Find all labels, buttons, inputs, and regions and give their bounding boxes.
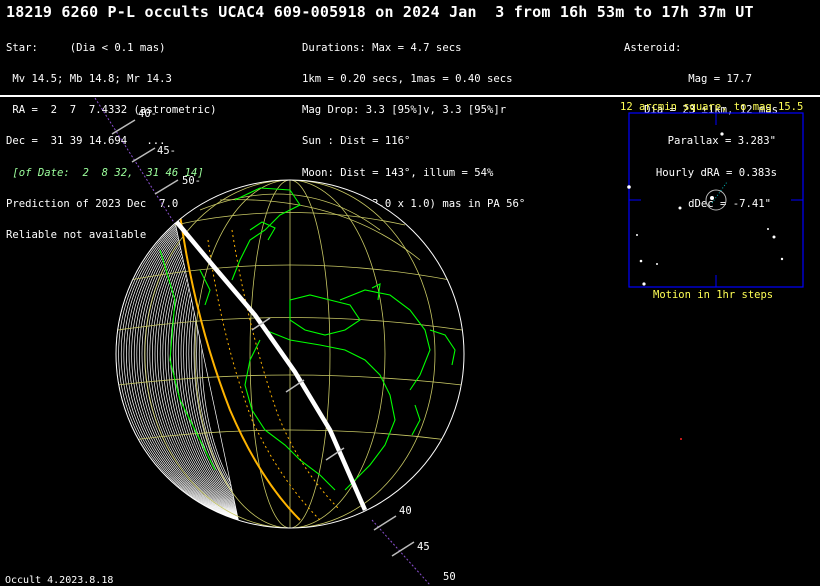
field-stars [627, 132, 784, 286]
field-star [639, 259, 643, 263]
path-label-lower: 40 [399, 505, 412, 517]
field-star [656, 263, 658, 265]
star-chart [627, 112, 804, 440]
star-chart-caption: Motion in 1hr steps [653, 289, 774, 301]
time-tick [111, 119, 136, 135]
field-star [780, 257, 784, 261]
field-star [710, 196, 714, 200]
field-star [678, 206, 682, 210]
time-tick [154, 179, 179, 195]
software-version: Occult 4.2023.8.18 [5, 575, 114, 586]
earth-globe [115, 179, 465, 529]
path-label-lower: 45 [417, 541, 430, 553]
field-star [720, 132, 724, 136]
path-label-lower: 50 [443, 571, 456, 583]
field-star [642, 282, 646, 286]
field-star [636, 234, 638, 236]
asteroid-motion [711, 181, 728, 204]
stray-marker [680, 438, 682, 440]
time-tick [391, 541, 415, 557]
star-chart-frame [628, 112, 804, 288]
field-star [767, 228, 769, 230]
path-label-upper: 45- [157, 145, 176, 157]
star-chart-title: 12 arcmin square, to mag 15.5 [620, 101, 804, 113]
target-star-circle [705, 189, 727, 211]
field-star [627, 185, 631, 189]
time-tick [373, 515, 397, 531]
time-tick [131, 147, 156, 163]
field-star [772, 235, 776, 239]
path-label-upper: 40- [138, 108, 157, 120]
path-label-upper: 50- [182, 175, 201, 187]
